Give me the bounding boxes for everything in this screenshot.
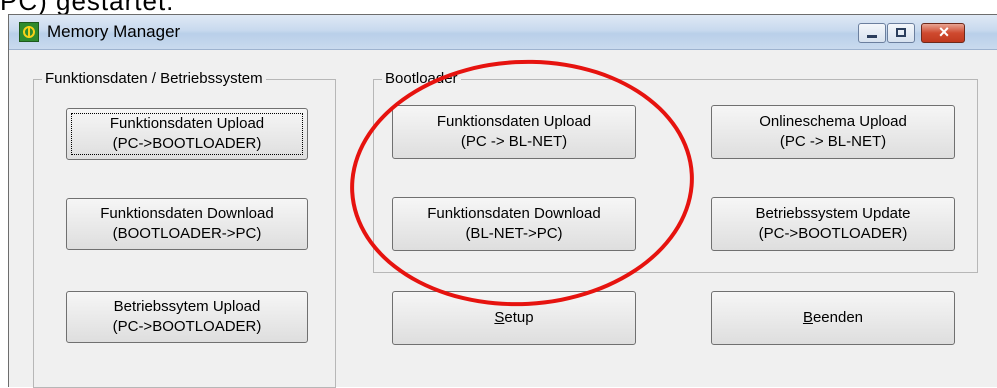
button-line1: Onlineschema Upload [759, 113, 907, 130]
funktionsdaten-upload-pc-bootloader-button[interactable]: Funktionsdaten Upload (PC->BOOTLOADER) [66, 108, 308, 160]
minimize-icon [867, 35, 877, 38]
button-line2: (BOOTLOADER->PC) [112, 225, 262, 242]
funktionsdaten-download-bootloader-pc-button[interactable]: Funktionsdaten Download (BOOTLOADER->PC) [66, 198, 308, 250]
close-icon: × [938, 22, 950, 42]
maximize-button[interactable] [887, 23, 915, 43]
button-line1: Funktionsdaten Upload [109, 115, 265, 132]
app-logo-icon [19, 22, 39, 42]
onlineschema-upload-button[interactable]: Onlineschema Upload (PC -> BL-NET) [711, 105, 955, 159]
window-title: Memory Manager [47, 22, 181, 41]
title-bar[interactable]: Memory Manager × [9, 15, 997, 50]
minimize-button[interactable] [858, 23, 886, 43]
maximize-icon [896, 28, 906, 37]
button-line1: Funktionsdaten Upload [436, 113, 592, 130]
funktionsdaten-download-bl-net-button[interactable]: Funktionsdaten Download (BL-NET->PC) [392, 197, 636, 251]
button-label: Setup [494, 309, 534, 326]
setup-button[interactable]: Setup [392, 291, 636, 345]
button-line2: (PC -> BL-NET) [460, 133, 568, 150]
button-line1: Betriebssytem Upload [113, 298, 261, 315]
button-line2: (PC->BOOTLOADER) [112, 135, 262, 152]
button-label: Beenden [802, 309, 864, 326]
betriebssytem-upload-button[interactable]: Betriebssytem Upload (PC->BOOTLOADER) [66, 291, 308, 343]
beenden-button[interactable]: Beenden [711, 291, 955, 345]
button-line1: Funktionsdaten Download [100, 205, 274, 222]
group-label-funktionsdaten: Funktionsdaten / Betriebssystem [42, 70, 266, 87]
button-line2: (PC->BOOTLOADER) [758, 225, 908, 242]
close-button[interactable]: × [921, 22, 965, 43]
memory-manager-window: Memory Manager × Funktionsdaten / Betrie… [8, 14, 997, 388]
button-line2: (PC -> BL-NET) [779, 133, 887, 150]
button-line1: Betriebssystem Update [755, 205, 911, 222]
button-line2: (BL-NET->PC) [465, 225, 563, 242]
button-line2: (PC->BOOTLOADER) [112, 318, 262, 335]
button-line1: Funktionsdaten Download [427, 205, 601, 222]
group-label-bootloader: Bootloader [382, 70, 461, 87]
funktionsdaten-upload-bl-net-button[interactable]: Funktionsdaten Upload (PC -> BL-NET) [392, 105, 636, 159]
betriebssystem-update-button[interactable]: Betriebssystem Update (PC->BOOTLOADER) [711, 197, 955, 251]
